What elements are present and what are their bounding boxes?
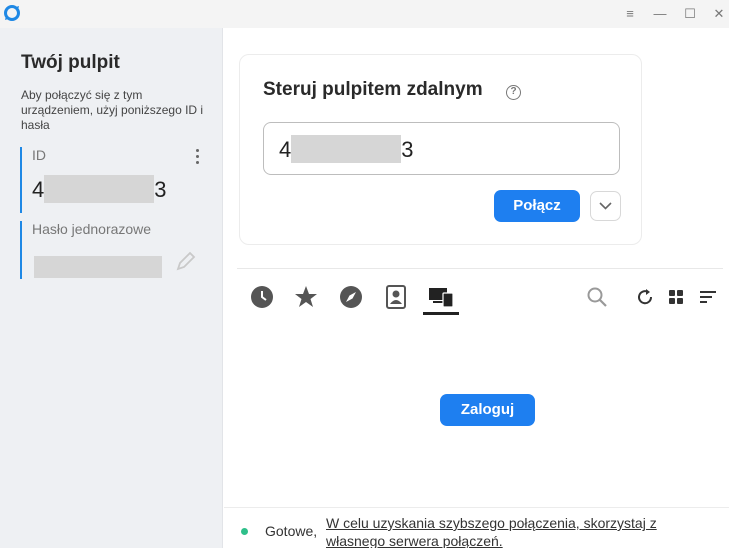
history-icon[interactable] bbox=[248, 283, 276, 311]
redacted-mask bbox=[34, 256, 162, 278]
refresh-icon[interactable] bbox=[631, 283, 659, 311]
connect-button[interactable]: Połącz bbox=[494, 190, 580, 222]
remote-id-value: 43 bbox=[279, 135, 414, 164]
search-icon[interactable] bbox=[583, 283, 611, 311]
active-tab-indicator bbox=[423, 312, 459, 315]
redacted-mask bbox=[44, 175, 155, 204]
sidebar-title: Twój pulpit bbox=[21, 52, 120, 73]
favorites-star-icon[interactable] bbox=[292, 283, 320, 311]
sidebar: Twój pulpit Aby połączyć się z tym urząd… bbox=[0, 28, 223, 548]
address-book-icon[interactable] bbox=[382, 283, 410, 311]
sidebar-description: Aby połączyć się z tym urządzeniem, użyj… bbox=[21, 88, 204, 132]
status-indicator bbox=[241, 528, 248, 535]
chevron-down-icon bbox=[599, 202, 612, 210]
maximize-button[interactable]: ☐ bbox=[681, 5, 699, 23]
id-field: ID 43 bbox=[20, 147, 210, 213]
peer-tabs bbox=[237, 268, 723, 316]
password-field: Hasło jednorazowe bbox=[20, 221, 210, 279]
remote-title: Steruj pulpitem zdalnym bbox=[263, 79, 483, 100]
status-text: Gotowe, bbox=[265, 523, 318, 539]
grid-view-icon[interactable] bbox=[663, 283, 691, 311]
menu-button[interactable]: ≡ bbox=[621, 5, 639, 23]
minimize-button[interactable]: — bbox=[651, 5, 669, 23]
accessible-devices-icon[interactable] bbox=[427, 283, 455, 311]
app-logo-icon bbox=[4, 5, 20, 21]
remote-id-input[interactable]: 43 bbox=[263, 122, 620, 175]
redacted-mask bbox=[291, 135, 402, 164]
id-value: 43 bbox=[32, 175, 167, 204]
title-bar: ≡ — ☐ ✕ bbox=[0, 0, 729, 28]
password-label: Hasło jednorazowe bbox=[32, 221, 152, 237]
remote-control-card: Steruj pulpitem zdalnym ? 43 Połącz bbox=[239, 54, 642, 245]
server-hint-link[interactable]: W celu uzyskania szybszego połączenia, s… bbox=[326, 514, 706, 548]
close-button[interactable]: ✕ bbox=[710, 5, 728, 23]
connect-options-button[interactable] bbox=[590, 191, 621, 221]
id-label: ID bbox=[32, 147, 46, 163]
sort-icon[interactable] bbox=[695, 283, 723, 311]
help-icon[interactable]: ? bbox=[506, 85, 521, 100]
more-options-icon[interactable] bbox=[194, 149, 200, 165]
discovered-compass-icon[interactable] bbox=[337, 283, 365, 311]
login-button[interactable]: Zaloguj bbox=[440, 394, 535, 426]
status-bar: Gotowe, W celu uzyskania szybszego połąc… bbox=[224, 507, 729, 548]
edit-pencil-icon[interactable] bbox=[174, 249, 198, 273]
